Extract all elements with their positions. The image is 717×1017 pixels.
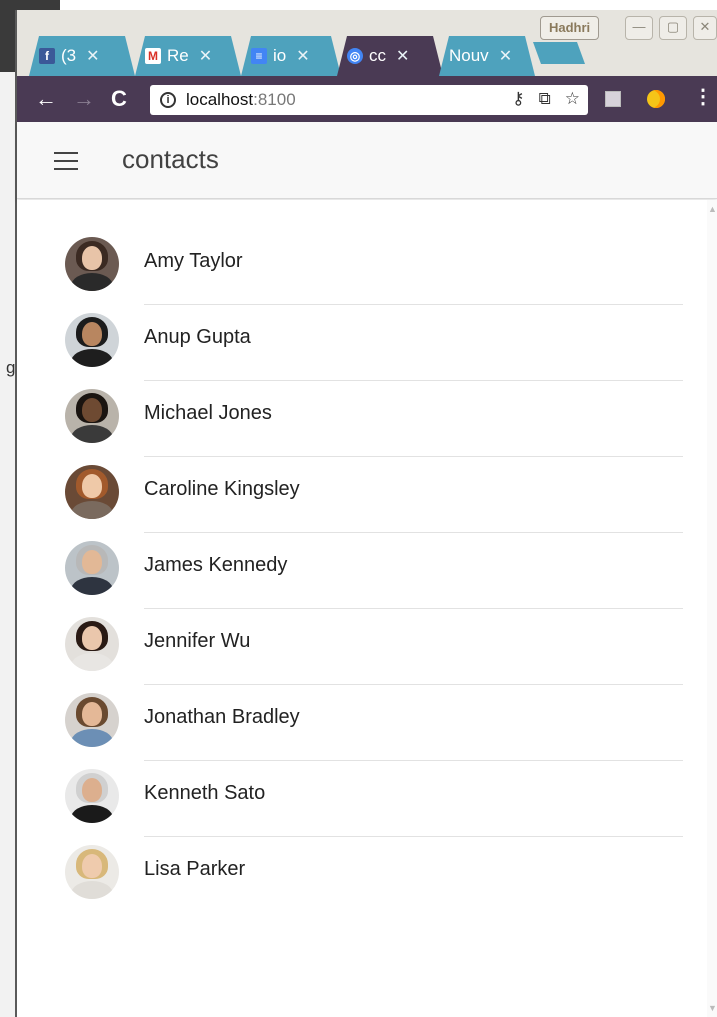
tab-new[interactable]: Nouv ✕ xyxy=(439,36,535,76)
tab-gmail[interactable]: M Re ✕ xyxy=(135,36,241,76)
close-icon[interactable]: ✕ xyxy=(199,46,212,66)
scroll-up-icon[interactable]: ▲ xyxy=(708,204,717,214)
scroll-down-icon[interactable]: ▼ xyxy=(708,1003,717,1013)
key-icon[interactable]: ⚷ xyxy=(512,89,524,109)
chrome-extension-icon[interactable] xyxy=(645,88,667,110)
docs-icon: ≡ xyxy=(251,48,267,64)
contact-item[interactable]: Kenneth Sato xyxy=(17,732,707,837)
user-badge[interactable]: Hadhri xyxy=(540,16,600,40)
ionic-icon: ◎ xyxy=(347,48,363,64)
tab-facebook[interactable]: f (3 ✕ xyxy=(29,36,135,76)
close-icon[interactable]: ✕ xyxy=(86,46,99,66)
tab-docs[interactable]: ≡ io ✕ xyxy=(241,36,341,76)
app-header: contacts xyxy=(17,122,717,199)
star-icon[interactable]: ☆ xyxy=(565,89,580,109)
contact-name: Amy Taylor xyxy=(144,250,243,272)
contact-name: Jonathan Bradley xyxy=(144,706,300,728)
contact-item[interactable]: Jonathan Bradley xyxy=(17,656,707,761)
close-icon[interactable]: ✕ xyxy=(296,46,309,66)
extension-icon[interactable] xyxy=(602,88,624,110)
page-title: contacts xyxy=(122,144,219,174)
facebook-icon: f xyxy=(39,48,55,64)
contact-list: Amy Taylor Anup Gupta Michael Jones Carolin… xyxy=(17,200,707,899)
browser-window: f (3 ✕ M Re ✕ ≡ io ✕ ◎ cc ✕ Nouv ✕ Hadhr… xyxy=(15,10,717,1017)
forward-icon[interactable]: → xyxy=(73,84,95,114)
contact-item[interactable]: Jennifer Wu xyxy=(17,580,707,685)
info-icon[interactable]: i xyxy=(160,92,176,108)
contact-name: Lisa Parker xyxy=(144,858,246,880)
tab-active[interactable]: ◎ cc ✕ xyxy=(337,36,443,76)
back-icon[interactable]: ← xyxy=(35,84,57,114)
close-window-button[interactable]: ✕ xyxy=(693,16,717,40)
scrollbar[interactable]: ▲ ▼ xyxy=(707,200,717,1017)
close-icon[interactable]: ✕ xyxy=(499,46,512,66)
url-port: :8100 xyxy=(253,90,296,109)
contact-item[interactable]: Anup Gupta xyxy=(17,276,707,381)
contact-name: Caroline Kingsley xyxy=(144,478,300,500)
contact-item[interactable]: Caroline Kingsley xyxy=(17,428,707,533)
contact-name: Michael Jones xyxy=(144,402,272,424)
tab-label: (3 xyxy=(61,46,77,65)
contact-item[interactable]: Lisa Parker xyxy=(17,808,707,899)
contacts-content: Amy Taylor Anup Gupta Michael Jones Carolin… xyxy=(17,200,717,1017)
browser-toolbar: ← → C i localhost:8100 ⚷ ⧉ ☆ ⋮ xyxy=(17,76,717,122)
reload-icon[interactable]: C xyxy=(111,84,127,114)
avatar xyxy=(65,845,119,899)
gmail-icon: M xyxy=(145,48,161,64)
hamburger-menu-icon[interactable] xyxy=(54,152,78,170)
translate-icon[interactable]: ⧉ xyxy=(539,89,551,109)
tab-label: Nouv xyxy=(449,46,489,65)
minimize-button[interactable]: — xyxy=(625,16,653,40)
url-host: localhost xyxy=(186,90,254,109)
contact-item[interactable]: Amy Taylor xyxy=(17,200,707,305)
maximize-button[interactable]: ▢ xyxy=(659,16,687,40)
contact-name: Jennifer Wu xyxy=(144,630,251,652)
contact-name: Kenneth Sato xyxy=(144,782,266,804)
tab-label: io xyxy=(273,46,287,65)
tab-label: cc xyxy=(369,46,386,65)
contact-item[interactable]: Michael Jones xyxy=(17,352,707,457)
new-tab-button[interactable] xyxy=(532,42,586,64)
tab-label: Re xyxy=(167,46,189,65)
menu-icon[interactable]: ⋮ xyxy=(693,84,713,109)
contact-name: James Kennedy xyxy=(144,554,288,576)
address-bar[interactable]: i localhost:8100 ⚷ ⧉ ☆ xyxy=(150,85,588,115)
browser-titlebar: f (3 ✕ M Re ✕ ≡ io ✕ ◎ cc ✕ Nouv ✕ Hadhr… xyxy=(17,10,717,76)
close-icon[interactable]: ✕ xyxy=(396,46,409,66)
contact-item[interactable]: James Kennedy xyxy=(17,504,707,609)
contact-name: Anup Gupta xyxy=(144,326,251,348)
